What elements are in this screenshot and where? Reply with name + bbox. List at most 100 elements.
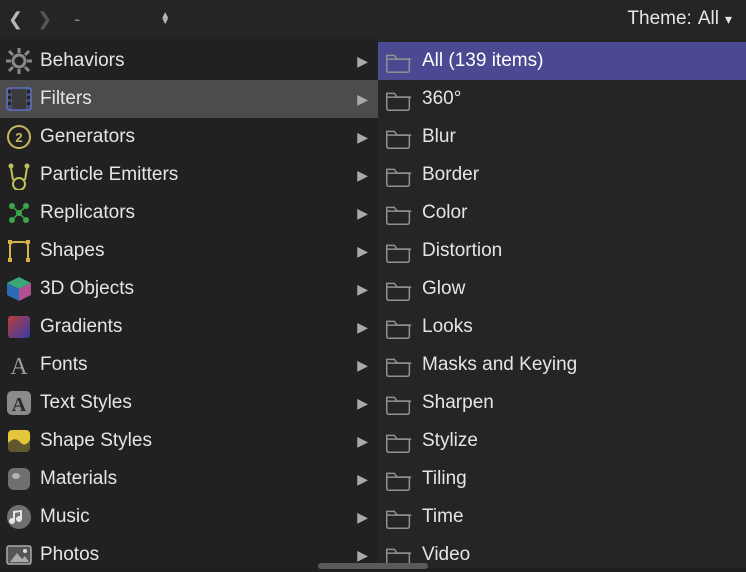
- folder-icon: [382, 274, 416, 304]
- toolbar: ❮ ❯ - ▲▼ Theme: All ▾: [0, 0, 746, 38]
- subcategory-row-all-139-items-[interactable]: All (139 items): [378, 42, 746, 80]
- subcategory-row-masks-and-keying[interactable]: Masks and Keying: [378, 346, 746, 384]
- subcategory-row-time[interactable]: Time: [378, 498, 746, 536]
- category-label: Materials: [40, 468, 357, 490]
- subcategory-row-looks[interactable]: Looks: [378, 308, 746, 346]
- category-row-generators[interactable]: Generators▶: [0, 118, 378, 156]
- browser-columns: Behaviors▶Filters▶Generators▶Particle Em…: [0, 38, 746, 568]
- category-label: Text Styles: [40, 392, 357, 414]
- generator-icon: [4, 122, 34, 152]
- subcategory-row-color[interactable]: Color: [378, 194, 746, 232]
- category-row-materials[interactable]: Materials▶: [0, 460, 378, 498]
- gradient-icon: [4, 312, 34, 342]
- category-label: Filters: [40, 88, 357, 110]
- folder-icon: [382, 464, 416, 494]
- chevron-right-icon: ▶: [357, 547, 368, 564]
- subcategory-row-stylize[interactable]: Stylize: [378, 422, 746, 460]
- particle-icon: [4, 160, 34, 190]
- shape-icon: [4, 236, 34, 266]
- chevron-right-icon: ▶: [357, 357, 368, 374]
- category-row-replicators[interactable]: Replicators▶: [0, 194, 378, 232]
- subcategory-label: Sharpen: [422, 392, 736, 414]
- chevron-right-icon: ▶: [357, 53, 368, 70]
- category-row-shape-styles[interactable]: Shape Styles▶: [0, 422, 378, 460]
- folder-icon: [382, 312, 416, 342]
- category-label: Particle Emitters: [40, 164, 357, 186]
- folder-icon: [382, 198, 416, 228]
- path-separator-icon: -: [74, 9, 80, 30]
- folder-icon: [382, 46, 416, 76]
- subcategories-column: All (139 items) 360° Blur Border Color Distor…: [378, 38, 746, 568]
- theme-value: All: [698, 8, 719, 30]
- folder-icon: [382, 502, 416, 532]
- path-stepper-icon[interactable]: ▲▼: [160, 13, 170, 25]
- subcategory-row-border[interactable]: Border: [378, 156, 746, 194]
- category-row-filters[interactable]: Filters▶: [0, 80, 378, 118]
- category-label: Replicators: [40, 202, 357, 224]
- chevron-right-icon: ▶: [357, 471, 368, 488]
- filmstrip-icon: [4, 84, 34, 114]
- subcategory-row-360-[interactable]: 360°: [378, 80, 746, 118]
- category-label: 3D Objects: [40, 278, 357, 300]
- category-label: Behaviors: [40, 50, 357, 72]
- category-row-particle-emitters[interactable]: Particle Emitters▶: [0, 156, 378, 194]
- subcategory-row-sharpen[interactable]: Sharpen: [378, 384, 746, 422]
- shape-style-icon: [4, 426, 34, 456]
- subcategory-label: Glow: [422, 278, 736, 300]
- category-row-3d-objects[interactable]: 3D Objects▶: [0, 270, 378, 308]
- category-row-text-styles[interactable]: Text Styles▶: [0, 384, 378, 422]
- subcategory-row-blur[interactable]: Blur: [378, 118, 746, 156]
- chevron-right-icon: ▶: [357, 319, 368, 336]
- category-label: Fonts: [40, 354, 357, 376]
- category-row-behaviors[interactable]: Behaviors▶: [0, 42, 378, 80]
- subcategory-label: Video: [422, 544, 736, 566]
- photos-icon: [4, 540, 34, 568]
- chevron-right-icon: ▶: [357, 433, 368, 450]
- cube-icon: [4, 274, 34, 304]
- horizontal-scroll-indicator[interactable]: [318, 563, 428, 569]
- subcategory-label: Tiling: [422, 468, 736, 490]
- chevron-right-icon: ▶: [357, 91, 368, 108]
- subcategory-row-glow[interactable]: Glow: [378, 270, 746, 308]
- category-row-fonts[interactable]: Fonts▶: [0, 346, 378, 384]
- music-icon: [4, 502, 34, 532]
- category-row-gradients[interactable]: Gradients▶: [0, 308, 378, 346]
- chevron-right-icon: ▶: [357, 281, 368, 298]
- chevron-right-icon: ▶: [357, 509, 368, 526]
- gear-icon: [4, 46, 34, 76]
- theme-label: Theme:: [627, 8, 691, 30]
- subcategory-label: Stylize: [422, 430, 736, 452]
- category-label: Gradients: [40, 316, 357, 338]
- material-icon: [4, 464, 34, 494]
- subcategory-label: All (139 items): [422, 50, 736, 72]
- subcategory-label: Looks: [422, 316, 736, 338]
- subcategory-label: Distortion: [422, 240, 736, 262]
- subcategory-label: Masks and Keying: [422, 354, 736, 376]
- nav-back-button[interactable]: ❮: [8, 9, 23, 30]
- chevron-down-icon: ▾: [725, 11, 732, 28]
- folder-icon: [382, 122, 416, 152]
- category-row-shapes[interactable]: Shapes▶: [0, 232, 378, 270]
- subcategory-row-distortion[interactable]: Distortion: [378, 232, 746, 270]
- folder-icon: [382, 350, 416, 380]
- subcategory-row-video[interactable]: Video: [378, 536, 746, 568]
- chevron-right-icon: ▶: [357, 167, 368, 184]
- category-row-music[interactable]: Music▶: [0, 498, 378, 536]
- chevron-right-icon: ▶: [357, 205, 368, 222]
- subcategory-label: Border: [422, 164, 736, 186]
- chevron-right-icon: ▶: [357, 243, 368, 260]
- subcategory-row-tiling[interactable]: Tiling: [378, 460, 746, 498]
- subcategory-label: 360°: [422, 88, 736, 110]
- category-label: Photos: [40, 544, 357, 566]
- folder-icon: [382, 84, 416, 114]
- subcategory-label: Time: [422, 506, 736, 528]
- category-label: Shapes: [40, 240, 357, 262]
- subcategory-label: Blur: [422, 126, 736, 148]
- theme-dropdown[interactable]: Theme: All ▾: [627, 8, 738, 30]
- category-label: Shape Styles: [40, 430, 357, 452]
- nav-forward-button[interactable]: ❯: [37, 9, 52, 30]
- chevron-right-icon: ▶: [357, 395, 368, 412]
- subcategory-label: Color: [422, 202, 736, 224]
- category-label: Music: [40, 506, 357, 528]
- folder-icon: [382, 160, 416, 190]
